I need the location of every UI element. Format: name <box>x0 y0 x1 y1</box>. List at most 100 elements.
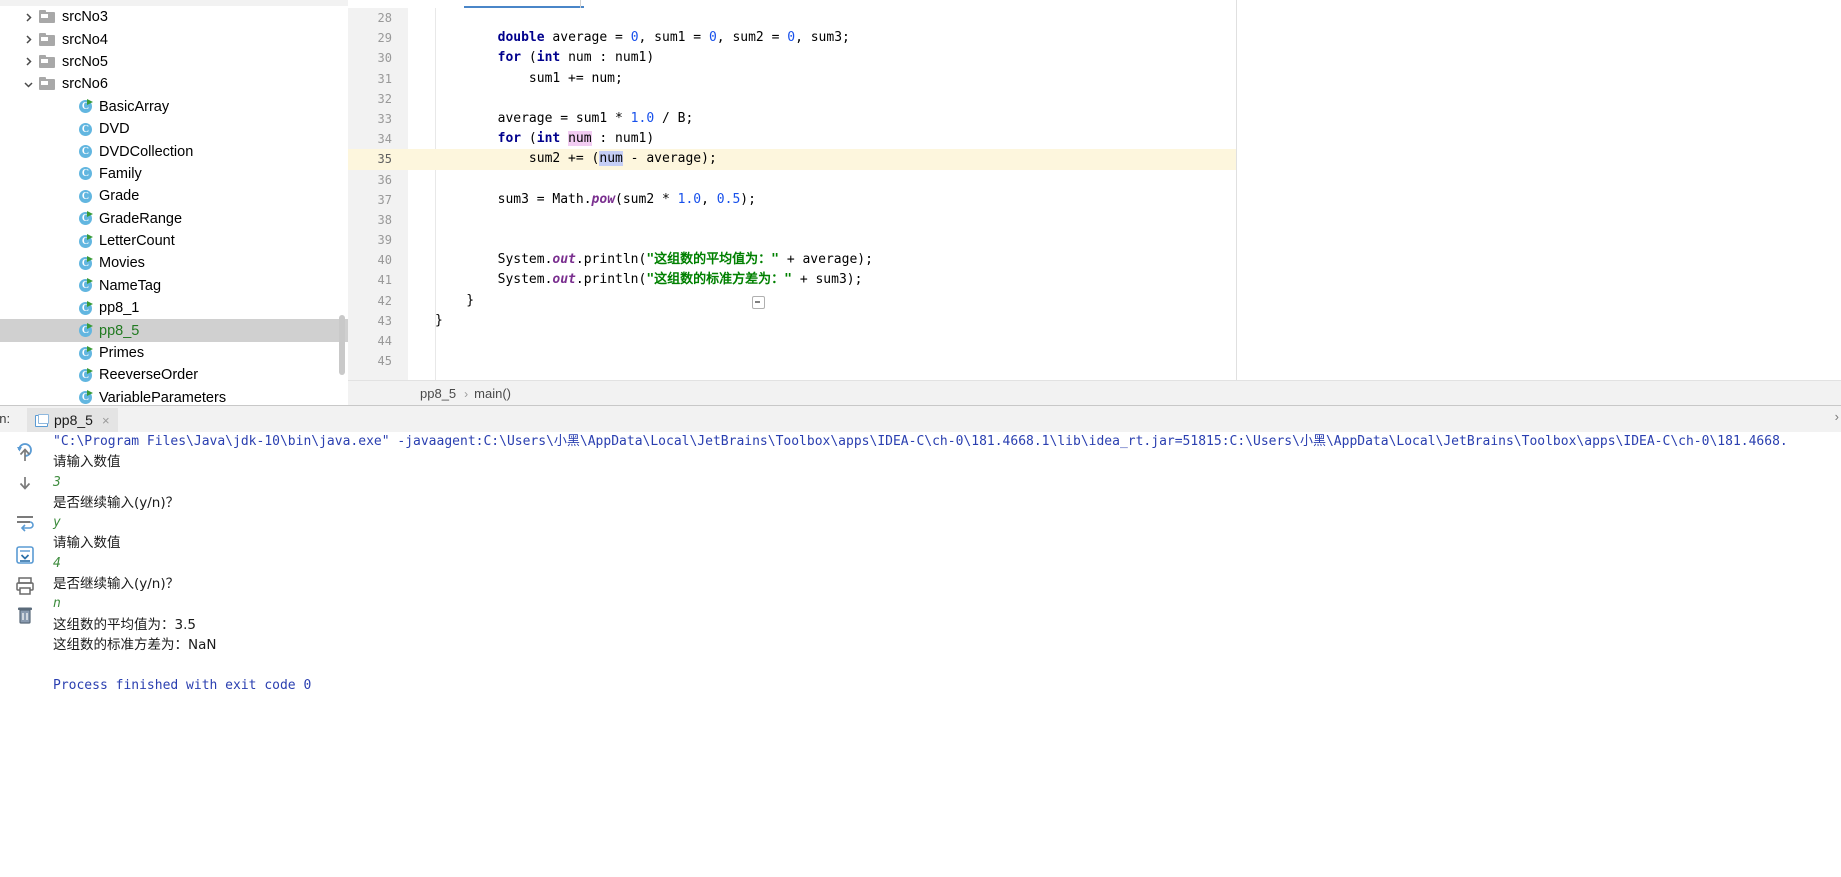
chevron-right-icon[interactable] <box>22 55 35 68</box>
code-token: out <box>552 272 576 288</box>
tree-item-label: pp8_5 <box>99 322 140 339</box>
runnable-class-icon: C <box>79 390 94 405</box>
code-token: 1.0 <box>677 191 702 207</box>
tree-item-srcno4[interactable]: srcNo4 <box>0 28 348 50</box>
scroll-to-end-icon[interactable] <box>14 544 36 566</box>
code-token: + average); <box>779 252 873 268</box>
line-number: 36 <box>377 172 392 187</box>
code-token: } <box>435 292 475 308</box>
console-line: 这组数的标准方差为：NaN <box>53 636 217 653</box>
code-fold-marker-icon[interactable] <box>752 296 765 309</box>
tree-item-label: LetterCount <box>99 233 175 250</box>
console-line: y <box>53 515 61 531</box>
code-token: 0 <box>787 30 796 46</box>
code-token: , sum2 = <box>716 30 788 46</box>
idea-window: srcNo3 srcNo4 srcNo5 srcNo6 C BasicArray C DVD C… <box>0 0 1841 877</box>
console-output[interactable]: "C:\Program Files\Java\jdk-10\bin\java.e… <box>45 432 1841 877</box>
code-token: num <box>599 151 623 167</box>
arrow-up-icon[interactable] <box>14 444 36 466</box>
code-token: int <box>536 131 561 147</box>
chevron-right-icon[interactable] <box>22 11 35 24</box>
code-token: ); <box>740 191 756 207</box>
tree-item-grade[interactable]: C Grade <box>0 185 348 207</box>
console-line: 请输入数值 <box>53 535 121 552</box>
tree-item-dvdcollection[interactable]: C DVDCollection <box>0 140 348 162</box>
run-tab-pp8-5[interactable]: pp8_5 × <box>27 408 118 432</box>
tree-item-label: pp8_1 <box>99 300 140 317</box>
tree-item-movies[interactable]: C Movies <box>0 252 348 274</box>
chevron-right-icon[interactable] <box>22 33 35 46</box>
chevron-right-icon[interactable]: › <box>1835 409 1839 424</box>
code-token: + sum3); <box>792 272 863 288</box>
code-token: num : num1) <box>560 50 655 66</box>
tree-item-label: srcNo6 <box>62 76 108 93</box>
code-token: sum3 = Math. <box>435 191 592 207</box>
code-token: average = sum1 * <box>435 110 631 126</box>
tree-item-label: srcNo3 <box>62 9 108 26</box>
tree-item-label: NameTag <box>99 277 162 294</box>
tree-item-label: Movies <box>99 255 145 272</box>
project-tree-list: srcNo3 srcNo4 srcNo5 srcNo6 C BasicArray C DVD C… <box>0 6 348 405</box>
chevron-down-icon[interactable] <box>22 78 35 91</box>
code-token: out <box>552 252 576 268</box>
run-toolbar <box>0 432 45 877</box>
tree-item-graderange[interactable]: C GradeRange <box>0 208 348 230</box>
tree-item-reeverseorder[interactable]: C ReeverseOrder <box>0 364 348 386</box>
breadcrumb-separator-icon: › <box>464 386 469 401</box>
breadcrumb-class[interactable]: pp8_5 <box>420 386 456 401</box>
code-token: 0 <box>708 30 717 46</box>
line-number: 28 <box>377 11 392 25</box>
tree-item-nametag[interactable]: C NameTag <box>0 275 348 297</box>
runnable-class-icon: C <box>79 255 94 271</box>
code-token: , sum1 = <box>638 30 709 46</box>
tree-item-primes[interactable]: C Primes <box>0 342 348 364</box>
code-editor: 28 29 30 31 32 33 34 35 36 37 38 39 40 41 42 43 44 45 dou… <box>348 0 1841 406</box>
code-token: ( <box>521 131 537 147</box>
line-number: 39 <box>377 233 392 248</box>
code-token: int <box>536 50 561 66</box>
runnable-class-icon: C <box>79 345 94 361</box>
code-token: num <box>568 131 592 147</box>
tree-item-lettercount[interactable]: C LetterCount <box>0 230 348 252</box>
line-number: 37 <box>377 192 392 207</box>
tree-item-srcno5[interactable]: srcNo5 <box>0 51 348 73</box>
line-number: 42 <box>377 293 392 308</box>
folder-icon <box>39 32 55 47</box>
soft-wrap-icon[interactable] <box>14 512 36 534</box>
code-token: "这组数的平均值为：" <box>646 252 779 268</box>
tree-item-dvd[interactable]: C DVD <box>0 118 348 140</box>
tree-item-label: srcNo4 <box>62 31 108 48</box>
tree-item-pp8_5[interactable]: Cpp8_5 <box>0 319 348 342</box>
tree-item-basicarray[interactable]: C BasicArray <box>0 96 348 118</box>
trash-icon[interactable] <box>14 604 36 626</box>
print-icon[interactable] <box>14 575 36 597</box>
code-token: 1.0 <box>630 110 655 126</box>
line-number: 30 <box>377 51 392 66</box>
tree-item-pp8_1[interactable]: Cpp8_1 <box>0 297 348 319</box>
run-tool-window-header: un: pp8_5 × › <box>0 405 1841 434</box>
tree-item-variableparameters[interactable]: C VariableParameters <box>0 387 348 405</box>
code-token: sum2 += ( <box>435 151 600 167</box>
tree-item-srcno3[interactable]: srcNo3 <box>0 6 348 28</box>
line-number: 35 <box>377 152 392 167</box>
project-tree-scrollbar[interactable] <box>339 315 345 375</box>
console-line: "C:\Program Files\Java\jdk-10\bin\java.e… <box>53 434 1788 449</box>
runnable-class-icon: C <box>79 233 94 249</box>
tree-item-srcno6[interactable]: srcNo6 <box>0 73 348 95</box>
tree-item-family[interactable]: C Family <box>0 163 348 185</box>
run-configuration-icon <box>35 414 49 427</box>
arrow-down-icon[interactable] <box>14 472 36 494</box>
console-line: 是否继续输入(y/n)？ <box>53 576 180 593</box>
close-icon[interactable]: × <box>102 414 110 427</box>
code-token: - average); <box>622 151 717 167</box>
tree-item-label: Grade <box>99 188 140 205</box>
breadcrumb-method[interactable]: main() <box>474 386 511 401</box>
editor-fold-gutter[interactable] <box>408 8 436 380</box>
console-line: 是否继续输入(y/n)？ <box>53 494 180 511</box>
runnable-class-icon: C <box>79 278 94 293</box>
tree-item-label: srcNo5 <box>62 53 108 70</box>
